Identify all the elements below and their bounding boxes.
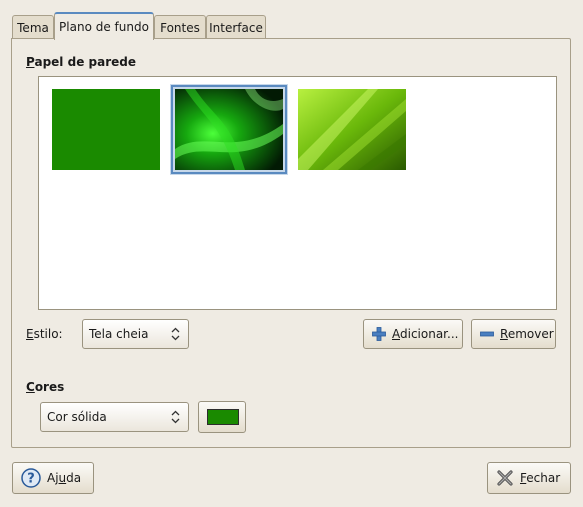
color-picker-button[interactable] [198, 401, 246, 433]
close-label: Fechar [520, 471, 561, 485]
remove-wallpaper-label: Remover [500, 327, 554, 341]
wallpaper-thumb-abstract-green-image [175, 89, 283, 170]
color-mode-combo[interactable]: Cor sólida [40, 402, 189, 432]
style-label: Estilo: [26, 327, 63, 341]
wallpaper-section-title: Papel de parede [26, 55, 136, 69]
help-button[interactable]: ? Ajuda [12, 462, 94, 494]
tab-tema-label: Tema [17, 20, 49, 35]
help-icon: ? [21, 468, 41, 488]
tab-plano-de-fundo[interactable]: Plano de fundo [54, 12, 154, 40]
background-panel: Papel de parede Estilo: Tela cheia Adici… [11, 38, 571, 448]
combo-arrows-icon [171, 410, 180, 424]
wallpaper-thumb-solid-green-image [52, 89, 160, 170]
tab-fontes[interactable]: Fontes [154, 15, 206, 39]
remove-wallpaper-button[interactable]: Remover [471, 319, 556, 349]
style-combo[interactable]: Tela cheia [82, 319, 189, 349]
color-swatch [207, 409, 239, 425]
plus-icon [372, 326, 386, 342]
tab-interface[interactable]: Interface [206, 15, 266, 39]
close-button[interactable]: Fechar [487, 462, 571, 494]
style-combo-value: Tela cheia [89, 327, 149, 341]
combo-arrows-icon [171, 327, 180, 341]
close-icon [496, 469, 514, 487]
wallpaper-thumb-leaf[interactable] [298, 89, 406, 170]
tab-fontes-label: Fontes [160, 20, 200, 35]
wallpaper-thumb-abstract-green[interactable] [171, 85, 287, 174]
wallpaper-gallery[interactable] [38, 76, 557, 310]
tab-plano-de-fundo-label: Plano de fundo [59, 20, 149, 34]
wallpaper-thumb-leaf-image [298, 89, 406, 170]
wallpaper-thumb-solid-green[interactable] [52, 89, 160, 170]
color-mode-value: Cor sólida [47, 410, 107, 424]
help-label: Ajuda [47, 471, 82, 485]
tab-tema[interactable]: Tema [12, 15, 54, 39]
tab-interface-label: Interface [209, 20, 263, 35]
minus-icon [480, 326, 494, 342]
svg-text:?: ? [27, 472, 35, 487]
colors-section-title: Cores [26, 380, 65, 394]
add-wallpaper-button[interactable]: Adicionar... [363, 319, 463, 349]
add-wallpaper-label: Adicionar... [392, 327, 459, 341]
